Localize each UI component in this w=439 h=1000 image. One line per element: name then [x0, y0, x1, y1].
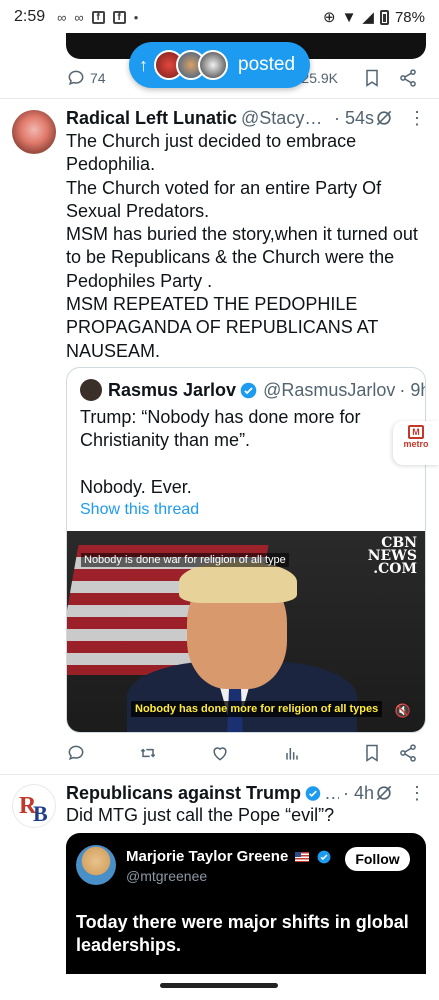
- metro-logo-icon: M: [408, 425, 424, 439]
- status-bar: 2:59 ∞ ∞ f f • ⊕ ▼ ◢ 78%: [0, 0, 439, 34]
- facebook-icon: f: [112, 10, 126, 24]
- embedded-media[interactable]: Marjorie Taylor Greene @mtgreenee Follow…: [66, 833, 426, 974]
- notification-dot-icon: •: [133, 9, 139, 25]
- data-saver-icon: ⊕: [322, 9, 336, 26]
- facebook-icon: f: [91, 10, 105, 24]
- avatar: [198, 50, 228, 80]
- verified-badge-icon: [305, 785, 321, 801]
- tweet-text-line: MSM has buried the story,when it turned …: [66, 224, 418, 291]
- tweet-text-line: MSM REPEATED THE PEDOPHILE PROPAGANDA OF…: [66, 294, 379, 361]
- bookmark-button[interactable]: [362, 68, 382, 88]
- tweet-text-line: Did MTG just call the Pope “evil”?: [66, 805, 335, 825]
- bookmark-button[interactable]: [362, 743, 382, 763]
- author-name[interactable]: Republicans against Trump: [66, 783, 301, 804]
- like-button[interactable]: [210, 743, 230, 763]
- tweet-header: Radical Left Lunatic @StacyM... · 54s ⋮: [66, 106, 426, 130]
- reply-count: 74: [90, 70, 106, 86]
- svg-text:B: B: [33, 801, 48, 826]
- divider: [0, 774, 439, 775]
- show-thread-link[interactable]: Show this thread: [80, 501, 199, 519]
- quoted-text-line: Nobody. Ever.: [80, 476, 192, 497]
- battery-level: 78%: [394, 8, 425, 26]
- share-button[interactable]: [398, 68, 418, 88]
- analytics-icon: [286, 748, 298, 760]
- verified-badge-icon: [317, 850, 331, 864]
- tweet-text-line: The Church voted for an entire Party Of …: [66, 177, 382, 221]
- reply-icon: [68, 70, 84, 86]
- views-button[interactable]: [282, 743, 302, 763]
- avatar[interactable]: R B: [12, 784, 56, 828]
- tweet-time[interactable]: · 54s: [334, 108, 374, 129]
- author-handle[interactable]: @StacyM...: [241, 108, 330, 129]
- grok-icon[interactable]: [374, 783, 394, 803]
- retweet-icon: [140, 748, 156, 758]
- wifi-icon: ▼: [341, 8, 357, 26]
- quoted-author-name: Rasmus Jarlov: [108, 379, 237, 400]
- tweet-actions: [66, 739, 418, 767]
- metro-badge[interactable]: M metro: [393, 421, 439, 465]
- share-button[interactable]: [398, 743, 418, 763]
- quoted-tweet-text: Trump: “Nobody has done more for Christi…: [80, 406, 410, 499]
- home-indicator[interactable]: [160, 983, 278, 988]
- tweet-header: Republicans against Trump ... · 4h ⋮: [66, 781, 426, 805]
- share-icon: [400, 744, 416, 762]
- quoted-text-line: Trump: “Nobody has done more for Christi…: [80, 407, 361, 451]
- heart-icon: [213, 747, 227, 761]
- share-icon: [400, 69, 416, 87]
- more-options-icon[interactable]: ⋮: [408, 784, 426, 802]
- us-flag-icon: [295, 852, 310, 863]
- pill-avatars: [154, 50, 228, 80]
- quoted-time: · 9h: [399, 379, 425, 400]
- author-name[interactable]: Radical Left Lunatic: [66, 108, 237, 129]
- reply-icon: [68, 745, 84, 761]
- quoted-tweet[interactable]: Rasmus Jarlov @RasmusJarlov · 9h Trump: …: [66, 367, 426, 733]
- embedded-text: Today there were major shifts in global …: [76, 912, 409, 955]
- video-figure-hair: [179, 561, 297, 603]
- voicemail-icon: ∞: [57, 9, 67, 25]
- embedded-author-name-text: Marjorie Taylor Greene: [126, 848, 289, 865]
- video-top-caption: Nobody is done war for religion of all t…: [81, 553, 289, 567]
- video-player[interactable]: Nobody is done war for religion of all t…: [67, 531, 425, 732]
- avatar[interactable]: [12, 110, 56, 154]
- new-posts-pill[interactable]: ↑ posted: [129, 42, 310, 88]
- voicemail-icon: ∞: [74, 9, 84, 25]
- grok-icon[interactable]: [374, 108, 394, 128]
- quoted-author-handle: @RasmusJarlov: [263, 379, 396, 400]
- reply-button[interactable]: 74: [66, 68, 106, 88]
- arrow-up-icon: ↑: [139, 54, 148, 75]
- divider: [0, 98, 439, 99]
- tweet-text-line: The Church just decided to embrace Pedop…: [66, 131, 357, 175]
- mute-icon[interactable]: 🔇: [395, 703, 411, 719]
- tweet-body: Did MTG just call the Pope “evil”?: [66, 804, 426, 827]
- embedded-author-handle: @mtgreenee: [126, 868, 208, 884]
- signal-icon: ◢: [362, 9, 374, 26]
- embedded-author-name: Marjorie Taylor Greene: [126, 848, 331, 865]
- battery-icon: [379, 9, 389, 25]
- retweet-button[interactable]: [138, 743, 158, 763]
- reply-button[interactable]: [66, 743, 86, 763]
- bookmark-icon: [366, 69, 378, 87]
- status-time: 2:59: [14, 8, 46, 25]
- tweet-body: The Church just decided to embrace Pedop…: [66, 130, 426, 363]
- verified-badge-icon: [240, 382, 257, 398]
- author-handle-truncated: ...: [324, 782, 339, 803]
- metro-label: metro: [403, 439, 429, 449]
- tweet-time[interactable]: · 4h: [343, 783, 374, 804]
- cbn-news-logo: CBN NEWS .COM: [367, 535, 417, 577]
- quoted-tweet-header: Rasmus Jarlov @RasmusJarlov · 9h: [80, 378, 425, 402]
- more-options-icon[interactable]: ⋮: [408, 109, 426, 127]
- avatar: [80, 379, 102, 401]
- rb-logo-icon: R B: [19, 793, 48, 826]
- bookmark-icon: [366, 744, 378, 762]
- new-posts-label: posted: [238, 54, 296, 75]
- video-subtitle: Nobody has done more for religion of all…: [131, 701, 383, 717]
- avatar: [76, 845, 116, 885]
- follow-button[interactable]: Follow: [345, 847, 410, 871]
